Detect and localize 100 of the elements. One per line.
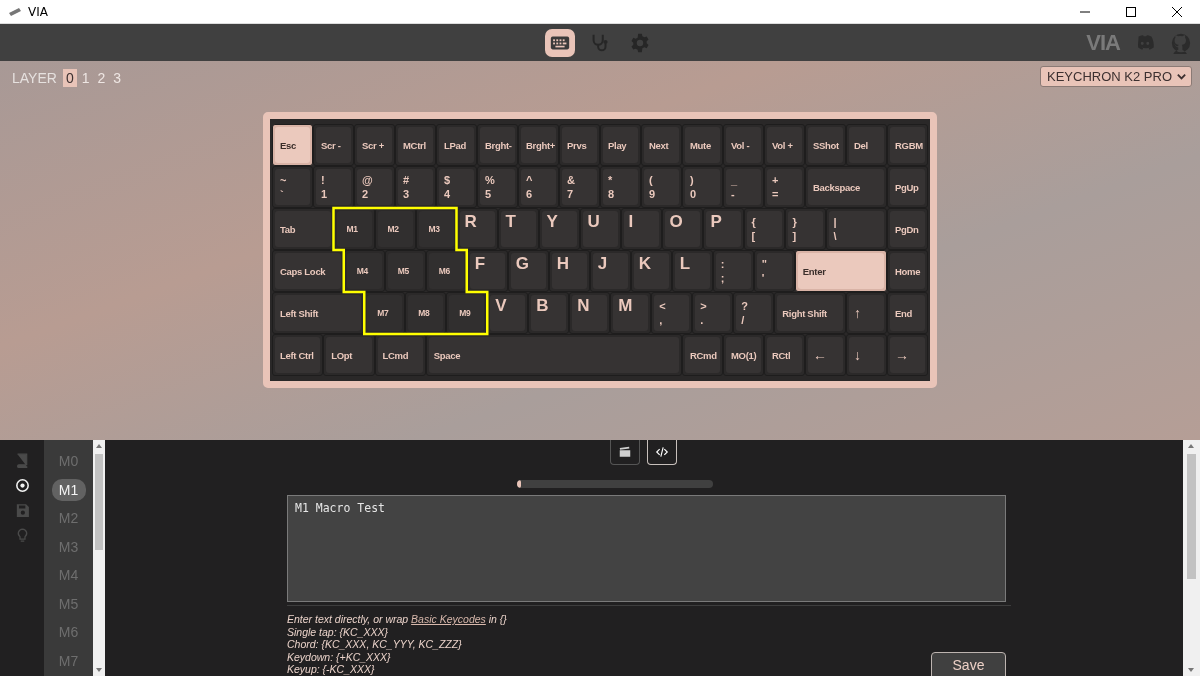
keyboard-key[interactable]: Brght+	[518, 124, 559, 166]
keyboard-key[interactable]: ( 9	[641, 166, 682, 208]
keyboard-key[interactable]: RCtl	[764, 334, 805, 376]
keyboard-key[interactable]: { [	[743, 208, 785, 250]
keyboard-key[interactable]: > .	[692, 292, 734, 334]
keyboard-key[interactable]: ~ `	[272, 166, 313, 208]
keyboard-key[interactable]: Enter	[794, 250, 887, 292]
keyboard-key[interactable]: Vol -	[723, 124, 764, 166]
keyboard-key[interactable]: Left Ctrl	[272, 334, 324, 376]
settings-icon	[629, 31, 651, 54]
target-icon[interactable]	[13, 477, 31, 494]
keyboard-key[interactable]: O	[661, 208, 703, 250]
keyboard-key[interactable]: M7	[364, 292, 406, 334]
keyboard-key[interactable]: T	[497, 208, 539, 250]
layer-tab[interactable]: 0	[62, 69, 77, 87]
keyboard-key[interactable]: + =	[764, 166, 805, 208]
keyboard-key[interactable]: @ 2	[354, 166, 395, 208]
keyboard-key[interactable]: R	[456, 208, 498, 250]
keyboard-key[interactable]: : ;	[712, 250, 754, 292]
keyboard-key[interactable]: " '	[753, 250, 795, 292]
keyboard-key[interactable]: Brght-	[477, 124, 518, 166]
layer-label: LAYER	[12, 70, 57, 86]
keyboard-key[interactable]: Home	[887, 250, 928, 292]
keyboard-key[interactable]: Del	[846, 124, 887, 166]
keyboard-key[interactable]: & 7	[559, 166, 600, 208]
keyboard-key[interactable]: PgUp	[887, 166, 928, 208]
keyboard-key[interactable]: Right Shift	[774, 292, 846, 334]
keyboard-key[interactable]: M1	[333, 208, 375, 250]
keyboard-key[interactable]: MCtrl	[395, 124, 436, 166]
keyboard-key[interactable]: Caps Lock	[272, 250, 344, 292]
keyboard-key[interactable]: M4	[343, 250, 385, 292]
mode-button[interactable]	[647, 440, 677, 465]
scrollbar[interactable]	[1183, 440, 1200, 676]
keyboard-key[interactable]: J	[589, 250, 631, 292]
device-dropdown[interactable]: KEYCHRON K2 PRO	[1040, 66, 1192, 87]
keyboard-key[interactable]: B	[528, 292, 570, 334]
keyboard-key[interactable]: ? /	[733, 292, 775, 334]
keyboard-key[interactable]: ! 1	[313, 166, 354, 208]
keyboard-key[interactable]: M6	[425, 250, 467, 292]
keycodes-link[interactable]: Basic Keycodes	[411, 613, 486, 625]
keyboard-key[interactable]: Vol +	[764, 124, 805, 166]
keyboard-key[interactable]: ) 0	[682, 166, 723, 208]
keyboard-key[interactable]: Next	[641, 124, 682, 166]
keyboard-key[interactable]: $ 4	[436, 166, 477, 208]
macro-text-field[interactable]: M1 Macro Test	[287, 495, 1006, 602]
keyboard-key[interactable]: PgDn	[887, 208, 928, 250]
keyboard-key[interactable]: Play	[600, 124, 641, 166]
keyboard-key[interactable]: Mute	[682, 124, 723, 166]
keyboard-key[interactable]: % 5	[477, 166, 518, 208]
keyboard-key[interactable]: F	[466, 250, 508, 292]
nav-tab[interactable]	[545, 28, 575, 57]
keyboard-key[interactable]: MO(1)	[723, 334, 764, 376]
keyboard-key[interactable]: End	[887, 292, 928, 334]
keyboard-key[interactable]: ↓	[846, 334, 887, 376]
keyboard-key[interactable]: V	[487, 292, 529, 334]
keyboard-key[interactable]: ^ 6	[518, 166, 559, 208]
keyboard-key[interactable]: | \	[825, 208, 887, 250]
keyboard-key[interactable]: Tab	[272, 208, 334, 250]
scrollbar[interactable]	[93, 440, 105, 676]
keyboard-key[interactable]: RCmd	[682, 334, 723, 376]
chevron-down-icon	[1176, 71, 1187, 82]
keyboard-key[interactable]: RGBM	[887, 124, 928, 166]
keyboard-key[interactable]: Y	[538, 208, 580, 250]
keyboard-key[interactable]: Prvs	[559, 124, 600, 166]
keyboard-key[interactable]: Space	[425, 334, 682, 376]
keyboard-key[interactable]: M8	[405, 292, 447, 334]
keyboard-key[interactable]: Left Shift	[272, 292, 365, 334]
keyboard-key[interactable]: Scr +	[354, 124, 395, 166]
keyboard-key[interactable]: LCmd	[374, 334, 426, 376]
keyboard-key[interactable]: LPad	[436, 124, 477, 166]
keyboard-key[interactable]: * 8	[600, 166, 641, 208]
save-button[interactable]: Save	[931, 651, 1006, 676]
keyboard-key[interactable]: K	[630, 250, 672, 292]
keyboard-key[interactable]: Backspace	[805, 166, 887, 208]
keyboard-key[interactable]: I	[620, 208, 662, 250]
keyboard-key[interactable]: LOpt	[323, 334, 375, 376]
keyboard-key[interactable]: Scr -	[313, 124, 354, 166]
keyboard-key[interactable]: H	[548, 250, 590, 292]
keyboard-key[interactable]: →	[887, 334, 928, 376]
keyboard-key[interactable]: P	[702, 208, 744, 250]
keyboard-key[interactable]: ↑	[846, 292, 887, 334]
keyboard-key[interactable]: Esc	[272, 124, 313, 166]
keyboard-key[interactable]: G	[507, 250, 549, 292]
keyboard-key[interactable]: # 3	[395, 166, 436, 208]
keyboard-key[interactable]: } ]	[784, 208, 826, 250]
keyboard-key[interactable]: M	[610, 292, 652, 334]
keyboard-key[interactable]: M2	[374, 208, 416, 250]
mode-button[interactable]	[610, 440, 640, 465]
keyboard-key[interactable]: U	[579, 208, 621, 250]
keyboard-key[interactable]: ←	[805, 334, 846, 376]
keyboard-key[interactable]: _ -	[723, 166, 764, 208]
maximize-icon	[1126, 6, 1136, 17]
keyboard-key[interactable]: N	[569, 292, 611, 334]
keyboard-key[interactable]: < ,	[651, 292, 693, 334]
keyboard-key[interactable]: M9	[446, 292, 488, 334]
help-text: Chord: {KC_XXX, KC_YYY, KC_ZZZ}	[287, 638, 463, 651]
keyboard-key[interactable]: SShot	[805, 124, 846, 166]
keyboard-key[interactable]: L	[671, 250, 713, 292]
keyboard-key[interactable]: M5	[384, 250, 426, 292]
macro-item[interactable]: M1	[51, 478, 86, 501]
